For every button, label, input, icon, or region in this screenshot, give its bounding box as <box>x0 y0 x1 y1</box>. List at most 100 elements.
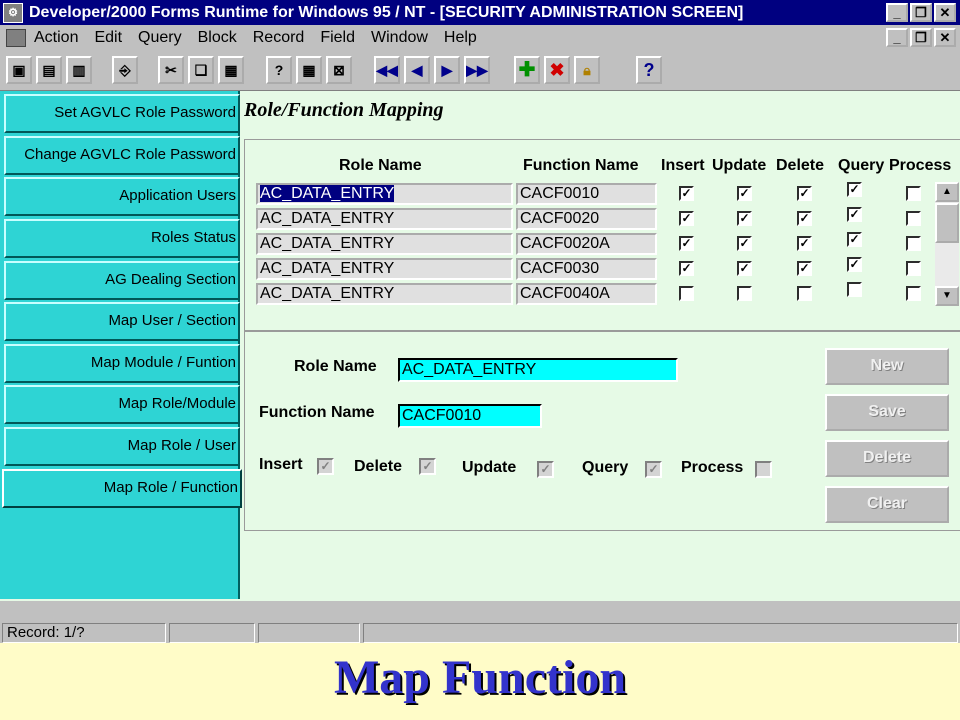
menu-edit[interactable]: Edit <box>94 29 122 47</box>
next-record-icon[interactable]: ▶ <box>434 56 460 84</box>
nav-set-role-password[interactable]: Set AGVLC Role Password <box>4 94 240 133</box>
header-update: Update <box>712 157 767 174</box>
menu-block[interactable]: Block <box>198 29 237 47</box>
grid-cell-role-name[interactable]: AC_DATA_ENTRY <box>256 183 513 205</box>
delete-record-icon[interactable]: ✖ <box>544 56 570 84</box>
grid-checkbox-insert[interactable]: ✓ <box>679 211 694 226</box>
grid-checkbox-process[interactable] <box>906 261 921 276</box>
grid-cell-function-name[interactable]: CACF0010 <box>516 183 657 205</box>
grid-checkbox-process[interactable] <box>906 236 921 251</box>
child-close-button[interactable]: ✕ <box>934 28 956 47</box>
print-icon[interactable]: ▤ <box>36 56 62 84</box>
exit-icon[interactable]: ⎆ <box>112 56 138 84</box>
grid-checkbox-query[interactable] <box>847 282 862 297</box>
grid-cell-role-name[interactable]: AC_DATA_ENTRY <box>256 233 513 255</box>
grid-checkbox-update[interactable]: ✓ <box>737 211 752 226</box>
scroll-down-arrow-icon[interactable]: ▼ <box>935 286 959 306</box>
first-record-icon[interactable]: ◀◀ <box>374 56 400 84</box>
nav-application-users[interactable]: Application Users <box>4 177 240 216</box>
grid-cell-function-name[interactable]: CACF0020 <box>516 208 657 230</box>
grid-checkbox-insert[interactable] <box>679 286 694 301</box>
save-button[interactable]: Save <box>825 394 949 431</box>
grid-scrollbar[interactable]: ▲ ▼ <box>935 182 959 306</box>
restore-button[interactable]: ❐ <box>910 3 932 22</box>
insert-record-icon[interactable]: ✚ <box>514 56 540 84</box>
grid-checkbox-insert[interactable]: ✓ <box>679 236 694 251</box>
delete-button[interactable]: Delete <box>825 440 949 477</box>
minimize-button[interactable]: _ <box>886 3 908 22</box>
grid-checkbox-query[interactable]: ✓ <box>847 232 862 247</box>
execute-query-icon[interactable]: ▦ <box>296 56 322 84</box>
scroll-up-arrow-icon[interactable]: ▲ <box>935 182 959 202</box>
cut-icon[interactable]: ✂ <box>158 56 184 84</box>
nav-map-module-function[interactable]: Map Module / Funtion <box>4 344 240 383</box>
grid-checkbox-delete[interactable]: ✓ <box>797 236 812 251</box>
role-name-field[interactable]: AC_DATA_ENTRY <box>398 358 678 382</box>
grid-checkbox-query[interactable]: ✓ <box>847 257 862 272</box>
child-restore-button[interactable]: ❐ <box>910 28 932 47</box>
cancel-query-icon[interactable]: ⊠ <box>326 56 352 84</box>
menu-record[interactable]: Record <box>253 29 305 47</box>
grid-checkbox-insert[interactable]: ✓ <box>679 261 694 276</box>
slide-caption: Map Function <box>333 651 627 704</box>
save-icon[interactable]: ▣ <box>6 56 32 84</box>
grid-checkbox-update[interactable]: ✓ <box>737 261 752 276</box>
help-icon[interactable]: ? <box>636 56 662 84</box>
delete-checkbox[interactable]: ✓ <box>419 458 436 475</box>
nav-roles-status[interactable]: Roles Status <box>4 219 240 258</box>
role-name-label: Role Name <box>294 358 377 375</box>
menu-query[interactable]: Query <box>138 29 182 47</box>
grid-cell-function-name[interactable]: CACF0040A <box>516 283 657 305</box>
copy-icon[interactable]: ❏ <box>188 56 214 84</box>
header-function-name: Function Name <box>523 157 639 174</box>
grid-checkbox-process[interactable] <box>906 211 921 226</box>
grid-cell-role-name[interactable]: AC_DATA_ENTRY <box>256 283 513 305</box>
menu-window[interactable]: Window <box>371 29 428 47</box>
menu-bar: Action Edit Query Block Record Field Win… <box>0 25 960 51</box>
document-icon[interactable] <box>6 29 26 47</box>
child-minimize-button[interactable]: _ <box>886 28 908 47</box>
paste-icon[interactable]: ▦ <box>218 56 244 84</box>
insert-checkbox[interactable]: ✓ <box>317 458 334 475</box>
nav-ag-dealing-section[interactable]: AG Dealing Section <box>4 261 240 300</box>
grid-cell-role-name[interactable]: AC_DATA_ENTRY <box>256 208 513 230</box>
close-button[interactable]: ✕ <box>934 3 956 22</box>
grid-cell-function-name[interactable]: CACF0030 <box>516 258 657 280</box>
grid-cell-role-name[interactable]: AC_DATA_ENTRY <box>256 258 513 280</box>
update-checkbox[interactable]: ✓ <box>537 461 554 478</box>
grid-checkbox-delete[interactable]: ✓ <box>797 211 812 226</box>
status-segment-4 <box>363 623 958 643</box>
grid-cell-function-name[interactable]: CACF0020A <box>516 233 657 255</box>
clear-button[interactable]: Clear <box>825 486 949 523</box>
query-checkbox[interactable]: ✓ <box>645 461 662 478</box>
grid-checkbox-delete[interactable]: ✓ <box>797 186 812 201</box>
grid-checkbox-query[interactable]: ✓ <box>847 182 862 197</box>
grid-checkbox-update[interactable]: ✓ <box>737 186 752 201</box>
previous-record-icon[interactable]: ◀ <box>404 56 430 84</box>
forms-app-icon[interactable]: ⚙ <box>3 2 23 23</box>
grid-checkbox-query[interactable]: ✓ <box>847 207 862 222</box>
enter-query-icon[interactable]: ? <box>266 56 292 84</box>
grid-checkbox-insert[interactable]: ✓ <box>679 186 694 201</box>
menu-field[interactable]: Field <box>320 29 355 47</box>
nav-map-user-section[interactable]: Map User / Section <box>4 302 240 341</box>
grid-checkbox-delete[interactable]: ✓ <box>797 261 812 276</box>
menu-action[interactable]: Action <box>34 29 78 47</box>
process-checkbox[interactable] <box>755 461 772 478</box>
grid-checkbox-delete[interactable] <box>797 286 812 301</box>
nav-map-role-module[interactable]: Map Role/Module <box>4 385 240 424</box>
grid-checkbox-process[interactable] <box>906 286 921 301</box>
grid-checkbox-process[interactable] <box>906 186 921 201</box>
menu-help[interactable]: Help <box>444 29 477 47</box>
new-button[interactable]: New <box>825 348 949 385</box>
function-name-field[interactable]: CACF0010 <box>398 404 542 428</box>
grid-checkbox-update[interactable] <box>737 286 752 301</box>
lock-record-icon[interactable]: 🔒︎ <box>574 56 600 84</box>
scroll-thumb[interactable] <box>935 203 959 243</box>
print-setup-icon[interactable]: ▥ <box>66 56 92 84</box>
nav-change-role-password[interactable]: Change AGVLC Role Password <box>4 136 240 175</box>
last-record-icon[interactable]: ▶▶ <box>464 56 490 84</box>
nav-map-role-user[interactable]: Map Role / User <box>4 427 240 466</box>
nav-map-role-function[interactable]: Map Role / Function <box>2 469 242 508</box>
grid-checkbox-update[interactable]: ✓ <box>737 236 752 251</box>
